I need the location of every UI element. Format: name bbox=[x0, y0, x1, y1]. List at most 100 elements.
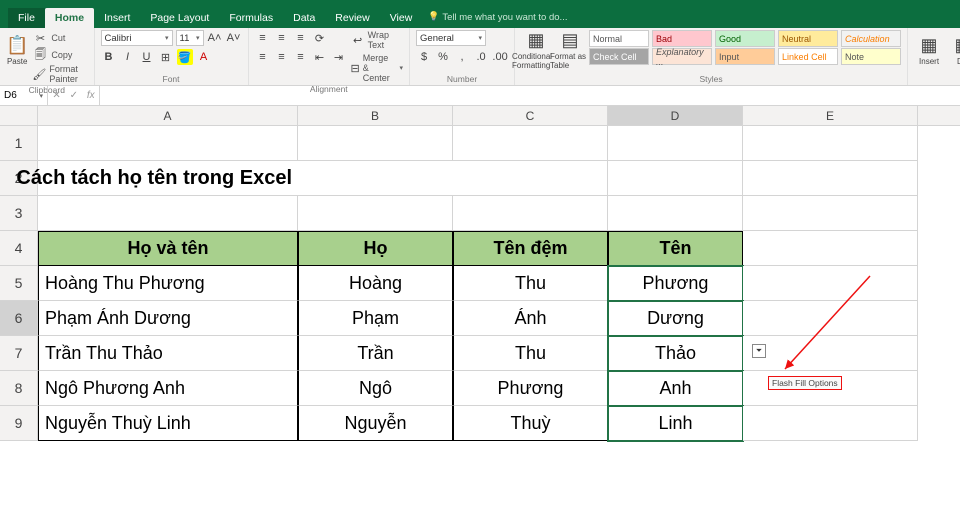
style-explanatory[interactable]: Explanatory ... bbox=[652, 48, 712, 65]
conditional-formatting-button[interactable]: ▦Conditional Formatting bbox=[521, 30, 551, 70]
align-right-icon[interactable]: ≡ bbox=[293, 49, 309, 65]
indent-dec-icon[interactable]: ⇤ bbox=[312, 49, 328, 65]
cell-C4[interactable]: Tên đệm bbox=[453, 231, 608, 266]
cell-B6[interactable]: Phạm bbox=[298, 301, 453, 336]
cell-A9[interactable]: Nguyễn Thuỳ Linh bbox=[38, 406, 298, 441]
wrap-text-button[interactable]: ↩Wrap Text bbox=[351, 30, 404, 50]
cell-E1[interactable] bbox=[743, 126, 918, 161]
tell-me[interactable]: Tell me what you want to do... bbox=[422, 8, 575, 28]
cell-A8[interactable]: Ngô Phương Anh bbox=[38, 371, 298, 406]
delete-cells-button[interactable]: ▦Del bbox=[948, 30, 960, 70]
style-linked-cell[interactable]: Linked Cell bbox=[778, 48, 838, 65]
tab-page-layout[interactable]: Page Layout bbox=[140, 8, 219, 28]
row-header[interactable]: 9 bbox=[0, 406, 38, 441]
row-header[interactable]: 1 bbox=[0, 126, 38, 161]
dec-decimal-icon[interactable]: .00 bbox=[492, 49, 508, 65]
tab-home[interactable]: Home bbox=[45, 8, 94, 28]
cell-E4[interactable] bbox=[743, 231, 918, 266]
increase-font-icon[interactable]: A˄ bbox=[207, 30, 223, 46]
col-header-C[interactable]: C bbox=[453, 106, 608, 125]
cell-D3[interactable] bbox=[608, 196, 743, 231]
cancel-icon[interactable]: ✕ bbox=[52, 90, 60, 101]
cell-D9[interactable]: Linh bbox=[608, 406, 743, 441]
font-name[interactable]: Calibri▾ bbox=[101, 30, 173, 46]
borders-button[interactable]: ⊞ bbox=[158, 49, 174, 65]
align-bottom-icon[interactable]: ≡ bbox=[293, 30, 309, 46]
cell-C6[interactable]: Ánh bbox=[453, 301, 608, 336]
cell-B8[interactable]: Ngô bbox=[298, 371, 453, 406]
merge-center-button[interactable]: ⊟Merge & Center▾ bbox=[351, 53, 404, 83]
style-good[interactable]: Good bbox=[715, 30, 775, 47]
paste-button[interactable]: 📋Paste bbox=[6, 30, 28, 70]
cell-D2[interactable] bbox=[608, 161, 743, 196]
format-painter-button[interactable]: 🖌Format Painter bbox=[32, 64, 87, 84]
cell-D6[interactable]: Dương bbox=[608, 301, 743, 336]
cell-B4[interactable]: Họ bbox=[298, 231, 453, 266]
row-header[interactable]: 5 bbox=[0, 266, 38, 301]
cell-E7[interactable] bbox=[743, 336, 918, 371]
cell-D5[interactable]: Phương bbox=[608, 266, 743, 301]
cell-A1[interactable] bbox=[38, 126, 298, 161]
cell-E3[interactable] bbox=[743, 196, 918, 231]
cut-button[interactable]: ✂Cut bbox=[32, 30, 87, 46]
cell-D7[interactable]: Thảo bbox=[608, 336, 743, 371]
cell-A2[interactable]: Cách tách họ tên trong Excel bbox=[38, 161, 298, 196]
style-bad[interactable]: Bad bbox=[652, 30, 712, 47]
cell-A3[interactable] bbox=[38, 196, 298, 231]
cell-B3[interactable] bbox=[298, 196, 453, 231]
row-header[interactable]: 3 bbox=[0, 196, 38, 231]
cell-D1[interactable] bbox=[608, 126, 743, 161]
cell-B7[interactable]: Trần bbox=[298, 336, 453, 371]
tab-insert[interactable]: Insert bbox=[94, 8, 140, 28]
cell-C1[interactable] bbox=[453, 126, 608, 161]
row-header[interactable]: 8 bbox=[0, 371, 38, 406]
insert-cells-button[interactable]: ▦Insert bbox=[914, 30, 944, 70]
row-header[interactable]: 6 bbox=[0, 301, 38, 336]
flash-fill-options[interactable]: Flash Fill Options bbox=[768, 376, 842, 390]
style-calculation[interactable]: Calculation bbox=[841, 30, 901, 47]
cell-E6[interactable] bbox=[743, 301, 918, 336]
tab-view[interactable]: View bbox=[380, 8, 423, 28]
name-box[interactable]: D6▾ bbox=[0, 86, 48, 105]
cell-A4[interactable]: Họ và tên bbox=[38, 231, 298, 266]
font-size[interactable]: 11▾ bbox=[176, 30, 204, 46]
select-all-corner[interactable] bbox=[0, 106, 38, 125]
cell-E9[interactable] bbox=[743, 406, 918, 441]
cell-B2[interactable] bbox=[298, 161, 453, 196]
align-middle-icon[interactable]: ≡ bbox=[274, 30, 290, 46]
orientation-icon[interactable]: ⟳ bbox=[312, 30, 328, 46]
cell-D8[interactable]: Anh bbox=[608, 371, 743, 406]
col-header-E[interactable]: E bbox=[743, 106, 918, 125]
tab-data[interactable]: Data bbox=[283, 8, 325, 28]
style-input[interactable]: Input bbox=[715, 48, 775, 65]
col-header-B[interactable]: B bbox=[298, 106, 453, 125]
style-neutral[interactable]: Neutral bbox=[778, 30, 838, 47]
cell-C5[interactable]: Thu bbox=[453, 266, 608, 301]
row-header[interactable]: 4 bbox=[0, 231, 38, 266]
cell-A6[interactable]: Phạm Ánh Dương bbox=[38, 301, 298, 336]
style-note[interactable]: Note bbox=[841, 48, 901, 65]
align-left-icon[interactable]: ≡ bbox=[255, 49, 271, 65]
fill-color-button[interactable]: 🪣 bbox=[177, 49, 193, 65]
font-color-button[interactable]: A bbox=[196, 49, 212, 65]
comma-icon[interactable]: , bbox=[454, 49, 470, 65]
style-normal[interactable]: Normal bbox=[589, 30, 649, 47]
cell-C2[interactable] bbox=[453, 161, 608, 196]
cell-A7[interactable]: Trần Thu Thảo bbox=[38, 336, 298, 371]
bold-button[interactable]: B bbox=[101, 49, 117, 65]
indent-inc-icon[interactable]: ⇥ bbox=[331, 49, 347, 65]
currency-icon[interactable]: $ bbox=[416, 49, 432, 65]
cell-C3[interactable] bbox=[453, 196, 608, 231]
cell-A5[interactable]: Hoàng Thu Phương bbox=[38, 266, 298, 301]
tab-review[interactable]: Review bbox=[325, 8, 379, 28]
cell-C7[interactable]: Thu bbox=[453, 336, 608, 371]
cell-D4[interactable]: Tên bbox=[608, 231, 743, 266]
cell-E2[interactable] bbox=[743, 161, 918, 196]
cell-B9[interactable]: Nguyễn bbox=[298, 406, 453, 441]
align-center-icon[interactable]: ≡ bbox=[274, 49, 290, 65]
col-header-D[interactable]: D bbox=[608, 106, 743, 125]
style-check-cell[interactable]: Check Cell bbox=[589, 48, 649, 65]
underline-button[interactable]: U bbox=[139, 49, 155, 65]
fx-icon[interactable]: fx bbox=[87, 90, 95, 101]
tab-file[interactable]: File bbox=[8, 8, 45, 28]
